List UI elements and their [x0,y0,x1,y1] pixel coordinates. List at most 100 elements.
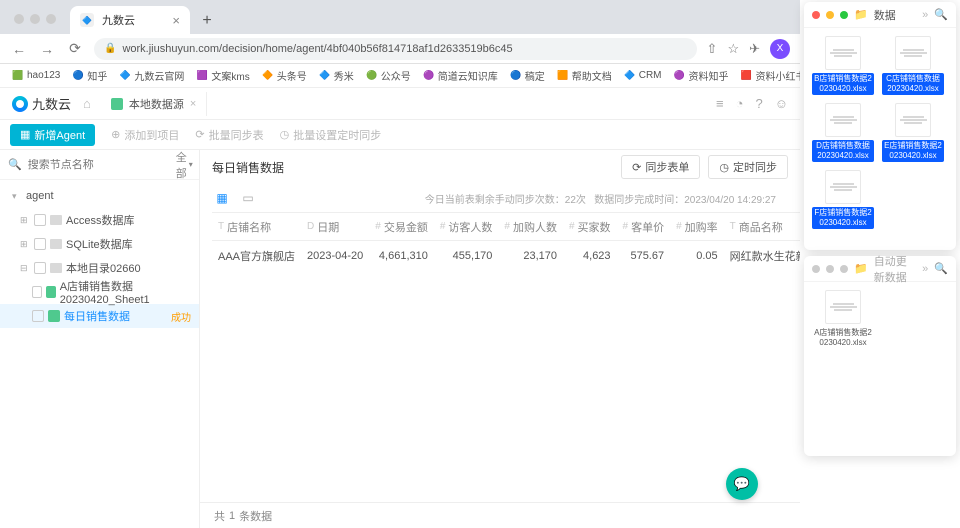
tree-node-local-dir[interactable]: ⊟ 本地目录02660 [0,256,199,280]
column-header[interactable]: #加购率 [670,213,724,241]
chevron-right-icon[interactable]: » [922,9,928,21]
file-item[interactable]: F店铺销售数据20230420.xlsx [812,170,874,229]
list-icon[interactable]: ≡ [716,96,724,111]
folder-icon: 📁 [854,262,868,275]
schedule-sync-button[interactable]: ◷ 定时同步 [708,155,788,179]
plus-icon: ⊕ [111,128,120,141]
forward-button[interactable]: → [38,40,56,58]
app-tab-label: 本地数据源 [129,96,184,112]
browser-tab[interactable]: 🔷 九数云 × [70,6,190,34]
bookmark-icon: 🟩 [12,70,24,82]
star-icon[interactable]: ☆ [727,41,739,57]
column-header[interactable]: T商品名称 [724,213,800,241]
panel-title: 自动更新数据 [874,253,910,285]
bookmark-item[interactable]: 🔵稿定 [510,68,545,83]
checkbox[interactable] [34,262,46,274]
tree-node-sheet-a[interactable]: A店铺销售数据20230420_Sheet1 [0,280,199,304]
type-icon: T [218,221,224,232]
bookmark-item[interactable]: 🟩hao123 [12,70,60,82]
address-bar[interactable]: 🔒 work.jiushuyun.com/decision/home/agent… [94,38,697,60]
column-header[interactable]: #交易金额 [369,213,434,241]
home-icon[interactable]: ⌂ [83,96,91,111]
sidebar-search: 🔍 全部 ▾ [0,150,199,180]
bookmark-item[interactable]: 🟧帮助文档 [557,68,612,83]
column-header[interactable]: D日期 [301,213,369,241]
column-header[interactable]: #客单价 [617,213,671,241]
file-item[interactable]: A店铺销售数据20230420.xlsx [812,290,874,349]
new-tab-button[interactable]: + [194,8,220,34]
file-item[interactable]: E店铺销售数据20230420.xlsx [882,103,944,162]
sidebar-search-input[interactable] [28,159,170,171]
file-item[interactable]: D店铺销售数据20230420.xlsx [812,103,874,162]
bookmark-icon: 🟪 [196,70,208,82]
checkbox[interactable] [32,310,44,322]
close-icon[interactable]: × [190,98,196,110]
bell-icon[interactable]: ◔ [736,96,744,111]
app-logo[interactable]: 九数云 [12,94,71,113]
column-header[interactable]: T店铺名称 [212,213,301,241]
bookmark-item[interactable]: 🔷秀米 [319,68,354,83]
upload-icon[interactable]: ⇧ [707,41,718,57]
sidebar-filter-dropdown[interactable]: 全部 ▾ [176,149,193,181]
bookmark-item[interactable]: 🟪文案kms [196,68,249,83]
sync-table-button[interactable]: ⟳ 同步表单 [621,155,700,179]
bookmark-item[interactable]: 🔵知乎 [72,68,107,83]
tree-node-access[interactable]: ⊞ Access数据库 [0,208,199,232]
table-row[interactable]: AAA官方旗舰店2023-04-204,661,310455,17023,170… [212,241,800,271]
chat-fab[interactable]: 💬 [726,468,758,500]
folder-icon [50,263,62,273]
search-icon[interactable]: 🔍 [934,262,948,275]
bookmark-icon: 🔵 [510,70,522,82]
column-header[interactable]: #访客人数 [434,213,499,241]
add-to-project-button[interactable]: ⊕ 添加到项目 [111,127,179,143]
bookmark-item[interactable]: 🟥资料小红书 [741,68,801,83]
checkbox[interactable] [34,214,46,226]
search-icon: 🔍 [8,158,22,171]
table-cell: AAA官方旗舰店 [212,241,301,271]
tree-node-agent[interactable]: ▾ agent [0,184,199,208]
table-cell: 网红款水生花新款 [724,241,800,271]
bookmark-icon: 🔷 [319,70,331,82]
bookmark-item[interactable]: 🔷CRM [624,70,662,82]
file-item[interactable]: B店铺销售数据20230420.xlsx [812,36,874,95]
file-name: B店铺销售数据20230420.xlsx [812,73,874,95]
reload-button[interactable]: ⟳ [66,40,84,58]
help-icon[interactable]: ? [755,96,762,111]
chevron-right-icon[interactable]: » [922,263,928,275]
type-icon: D [307,221,314,232]
new-agent-button[interactable]: ▦ 新增Agent [10,124,95,146]
column-header[interactable]: #加购人数 [498,213,563,241]
bookmark-item[interactable]: 🟣简道云知识库 [423,68,498,83]
type-icon: T [730,221,736,232]
batch-sync-button[interactable]: ⟳ 批量同步表 [195,127,263,143]
tab-title: 九数云 [102,12,135,28]
column-header[interactable]: #买家数 [563,213,617,241]
bookmark-icon: 🟣 [674,70,686,82]
folder-icon [50,239,62,249]
calendar-view-toggle[interactable]: ▭ [238,188,258,208]
app-tab-datasource[interactable]: 本地数据源 × [103,92,207,116]
file-item[interactable]: C店铺销售数据20230420.xlsx [882,36,944,95]
search-icon[interactable]: 🔍 [934,8,948,21]
bookmark-item[interactable]: 🔷九数云官网 [119,68,184,83]
tree-node-sqlite[interactable]: ⊞ SQLite数据库 [0,232,199,256]
checkbox[interactable] [32,286,42,298]
batch-schedule-button[interactable]: ◷ 批量设置定时同步 [280,127,382,143]
table-view-toggle[interactable]: ▦ [212,188,232,208]
extension-icon[interactable]: ✈ [749,41,760,57]
bookmark-icon: 🔷 [624,70,636,82]
bookmark-item[interactable]: 🟣资料知乎 [674,68,729,83]
url-text: work.jiushuyun.com/decision/home/agent/4… [122,43,512,55]
back-button[interactable]: ← [10,40,28,58]
close-tab-icon[interactable]: × [172,13,180,28]
bookmark-icon: 🟣 [423,70,435,82]
table-cell: 23,170 [498,241,563,271]
bookmark-item[interactable]: 🔶头条号 [262,68,307,83]
bookmark-item[interactable]: 🟢公众号 [366,68,411,83]
folder-icon [50,215,62,225]
profile-avatar[interactable]: X [770,39,790,59]
checkbox[interactable] [34,238,46,250]
tree-node-daily-sales[interactable]: 每日销售数据 成功 [0,304,199,328]
user-icon[interactable]: ☺ [775,96,788,111]
main-area: 每日销售数据 ⟳ 同步表单 ◷ 定时同步 ▦ ▭ [200,150,800,528]
